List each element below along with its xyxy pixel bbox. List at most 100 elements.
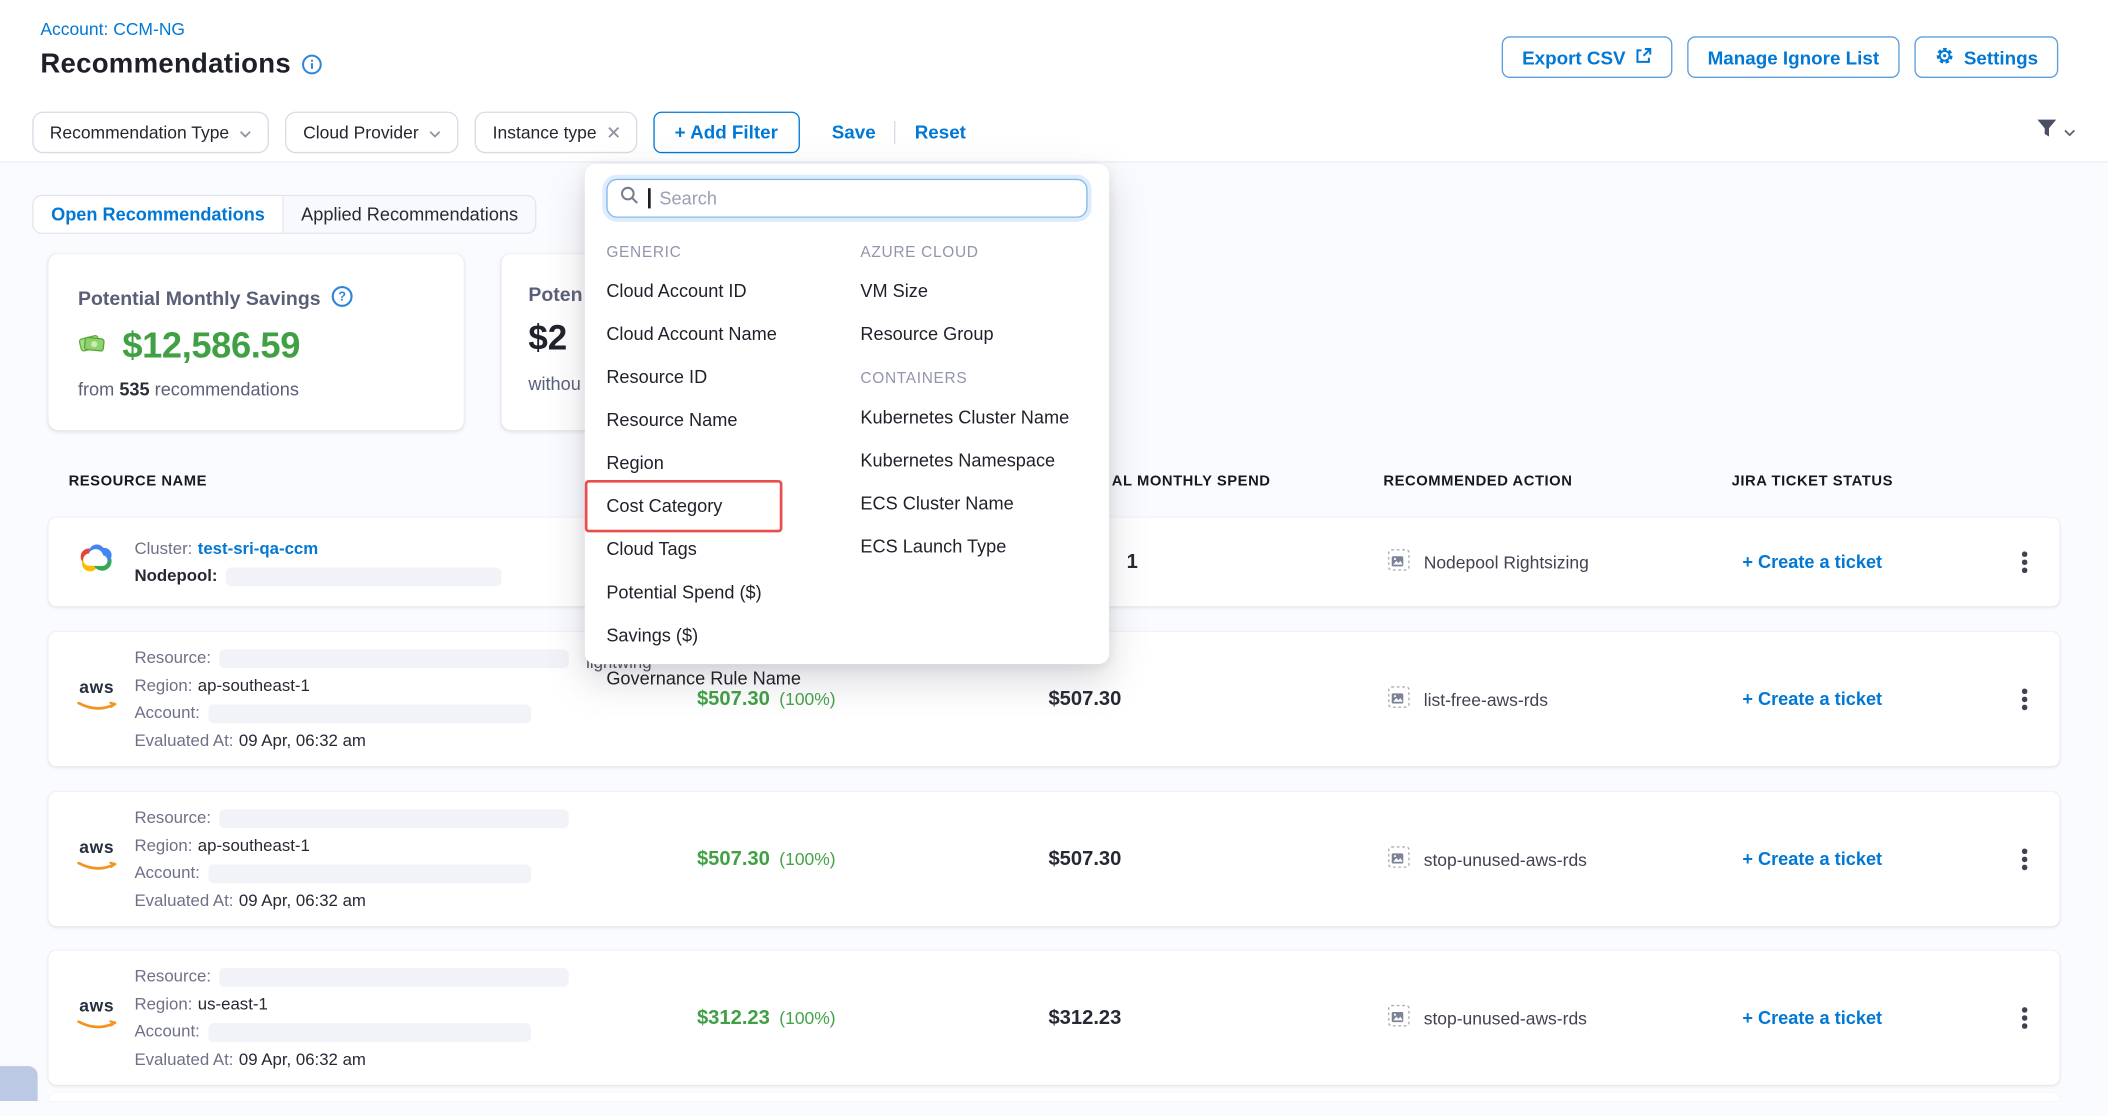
filter-search-box — [606, 179, 1087, 218]
export-csv-label: Export CSV — [1522, 46, 1626, 68]
field-label: Evaluated At: — [134, 891, 233, 910]
save-filter-button[interactable]: Save — [832, 121, 876, 143]
filter-option-ecs-launch-type[interactable]: ECS Launch Type — [860, 524, 1087, 567]
filter-option-label: Kubernetes Cluster Name — [860, 407, 1069, 427]
recommended-action: list-free-aws-rds — [1387, 686, 1548, 713]
filter-option-label: Resource ID — [606, 366, 707, 386]
resource-detail-line: Region:ap-southeast-1 — [134, 832, 568, 860]
filter-option-label: Cost Category — [606, 495, 722, 515]
resource-detail-line: Evaluated At: 09 Apr, 06:32 am — [134, 887, 568, 915]
funnel-icon — [2035, 118, 2058, 145]
text-cursor — [648, 188, 650, 208]
filter-option-vm-size[interactable]: VM Size — [860, 269, 1087, 312]
field-label: Region: — [134, 836, 192, 855]
filter-option-label: Resource Group — [860, 323, 993, 343]
tab-open-recommendations[interactable]: Open Recommendations — [34, 196, 283, 232]
table-row[interactable]: aws Resource:Region:us-east-1Account:Eval… — [48, 950, 2059, 1084]
field-label: Evaluated At: — [134, 731, 233, 750]
create-ticket-button[interactable]: + Create a ticket — [1678, 849, 1947, 869]
create-ticket-button[interactable]: + Create a ticket — [1678, 1008, 1947, 1028]
manage-ignore-list-button[interactable]: Manage Ignore List — [1687, 36, 1899, 78]
resource-detail-line: Resource: — [134, 804, 568, 832]
export-csv-button[interactable]: Export CSV — [1502, 36, 1673, 78]
filter-option-cloud-account-name[interactable]: Cloud Account Name — [606, 312, 860, 355]
filter-option-resource-name[interactable]: Resource Name — [606, 398, 860, 441]
aws-icon: aws — [74, 998, 120, 1037]
row-menu-button[interactable] — [2017, 843, 2032, 875]
filter-section-header-generic: GENERIC — [606, 245, 860, 261]
filter-option-savings[interactable]: Savings ($) — [606, 613, 860, 656]
filter-option-resource-id[interactable]: Resource ID — [606, 355, 860, 398]
gear-icon — [1934, 45, 1954, 69]
resource-detail-line: Resource: — [134, 644, 568, 672]
filter-pill-label: Cloud Provider — [303, 122, 419, 142]
field-label: Nodepool: — [134, 566, 217, 585]
filter-option-cloud-tags[interactable]: Cloud Tags — [606, 527, 860, 570]
field-label: Evaluated At: — [134, 1049, 233, 1068]
filter-option-ecs-cluster-name[interactable]: ECS Cluster Name — [860, 481, 1087, 524]
monthly-spend-value: $507.30 — [950, 848, 1219, 871]
filter-panel-toggle[interactable] — [2035, 118, 2075, 145]
filter-option-label: ECS Cluster Name — [860, 493, 1013, 513]
filter-bar: Recommendation Type Cloud Provider Instanc… — [0, 102, 2108, 162]
settings-button[interactable]: Settings — [1914, 36, 2058, 78]
savings-amount: $312.23 — [697, 1006, 770, 1029]
resource-detail-line: Account: — [134, 699, 568, 727]
help-icon[interactable]: ? — [331, 285, 354, 313]
external-link-icon — [1635, 46, 1652, 68]
field-value: 09 Apr, 06:32 am — [239, 891, 366, 910]
resource-details: Resource:Region:ap-southeast-1Account:Ev… — [134, 632, 568, 766]
recommended-action-label: Nodepool Rightsizing — [1424, 552, 1589, 572]
filter-option-kubernetes-cluster-name[interactable]: Kubernetes Cluster Name — [860, 395, 1087, 438]
field-label: Account: — [134, 863, 199, 882]
table-row[interactable]: awsResource:Region:ap-southeast-1Account… — [48, 792, 2059, 926]
tab-applied-recommendations[interactable]: Applied Recommendations — [282, 196, 535, 232]
recommendations-page: Account: CCM-NG Recommendations Export C… — [0, 0, 2108, 1114]
redacted-value — [219, 649, 569, 668]
filter-option-resource-group[interactable]: Resource Group — [860, 312, 1087, 355]
reset-filter-button[interactable]: Reset — [915, 121, 966, 143]
filter-pill-recommendation-type[interactable]: Recommendation Type — [32, 111, 269, 153]
create-ticket-button[interactable]: + Create a ticket — [1678, 689, 1947, 709]
filter-search-input[interactable] — [659, 188, 1074, 208]
column-header-resource-name: RESOURCE NAME — [69, 473, 207, 489]
filter-pill-instance-type[interactable]: Instance type — [475, 111, 637, 153]
column-header-recommended-action: RECOMMENDED ACTION — [1383, 473, 1572, 489]
filter-option-governance-rule-name[interactable]: Governance Rule Name — [606, 656, 860, 699]
filter-option-label: Cloud Tags — [606, 538, 696, 558]
recommendation-type-icon — [1387, 686, 1410, 713]
info-icon[interactable] — [302, 54, 324, 76]
filter-pill-cloud-provider[interactable]: Cloud Provider — [286, 111, 459, 153]
field-value: 09 Apr, 06:32 am — [239, 1049, 366, 1068]
filter-option-label: Potential Spend ($) — [606, 581, 761, 601]
savings-percentage: (100%) — [779, 1008, 835, 1028]
add-filter-button[interactable]: + Add Filter — [653, 111, 799, 153]
resource-detail-line: Evaluated At: 09 Apr, 06:32 am — [134, 1045, 568, 1073]
remove-filter-icon[interactable] — [607, 122, 619, 142]
filter-pill-label: Instance type — [493, 122, 597, 142]
resource-details: Resource:Region:us-east-1Account:Evaluat… — [134, 950, 568, 1084]
column-header-jira-ticket-status: JIRA TICKET STATUS — [1732, 473, 1893, 489]
row-menu-button[interactable] — [2017, 546, 2032, 578]
row-menu-button[interactable] — [2017, 683, 2032, 715]
field-label: Region: — [134, 676, 192, 695]
next-table-row-partial — [48, 1093, 2059, 1101]
potential-savings-value: $507.30(100%) — [632, 848, 901, 871]
filter-option-cost-category[interactable]: Cost Category — [606, 484, 860, 527]
resource-detail-line: Account: — [134, 1018, 568, 1046]
filter-option-cloud-account-id[interactable]: Cloud Account ID — [606, 269, 860, 312]
page-title: Recommendations — [40, 48, 291, 80]
aws-icon: aws — [74, 680, 120, 719]
monthly-spend-value-partial: 1 — [1127, 551, 1138, 574]
row-menu-button[interactable] — [2017, 1002, 2032, 1034]
field-value: 09 Apr, 06:32 am — [239, 731, 366, 750]
filter-option-potential-spend[interactable]: Potential Spend ($) — [606, 570, 860, 613]
filter-option-label: Kubernetes Namespace — [860, 450, 1055, 470]
filter-option-kubernetes-namespace[interactable]: Kubernetes Namespace — [860, 438, 1087, 481]
filter-option-region[interactable]: Region — [606, 441, 860, 484]
filter-option-label: ECS Launch Type — [860, 536, 1006, 556]
resource-link[interactable]: test-sri-qa-ccm — [198, 538, 318, 557]
recommendation-count: 535 — [119, 379, 149, 399]
savings-subtitle: from 535 recommendations — [78, 379, 434, 399]
create-ticket-button[interactable]: + Create a ticket — [1678, 552, 1947, 572]
